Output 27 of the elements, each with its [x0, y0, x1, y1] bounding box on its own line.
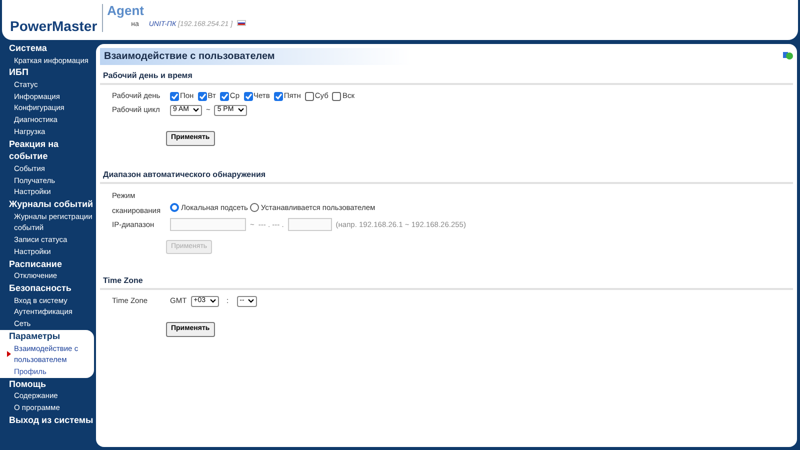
- check-icon: [244, 92, 253, 100]
- check-icon: [198, 92, 207, 100]
- menu-heading[interactable]: Безопасность: [9, 282, 94, 295]
- logo: PowerMaster: [10, 17, 98, 36]
- selection-arrow-icon: [7, 351, 11, 358]
- check-icon: [170, 92, 179, 100]
- menu-heading[interactable]: Система: [9, 42, 94, 54]
- menu-heading[interactable]: Расписание: [9, 258, 94, 270]
- caret-icon: [192, 108, 199, 112]
- caret-icon: [210, 299, 216, 303]
- menu-heading[interactable]: Выход из системы: [9, 414, 94, 427]
- product-name: Agent: [107, 4, 145, 17]
- menu-heading[interactable]: Параметры: [9, 330, 92, 343]
- section-heading: Рабочий день и время: [100, 68, 793, 85]
- check-icon: [274, 92, 283, 100]
- menu-heading[interactable]: ИБП: [9, 66, 94, 79]
- section-heading: Диапазон автоматического обнаружения: [100, 166, 793, 184]
- ip-input-field[interactable]: [288, 218, 332, 231]
- menu-heading[interactable]: Журналы событий: [9, 198, 94, 211]
- check-icon: [220, 92, 229, 100]
- caret-icon: [248, 299, 254, 303]
- flag-icon[interactable]: [236, 20, 246, 26]
- caret-icon: [238, 108, 244, 112]
- ip-input-field[interactable]: [170, 218, 246, 231]
- menu-heading[interactable]: Помощь: [9, 378, 94, 390]
- menu-heading[interactable]: Реакция на событие: [9, 138, 94, 163]
- section-heading: Time Zone: [100, 273, 793, 290]
